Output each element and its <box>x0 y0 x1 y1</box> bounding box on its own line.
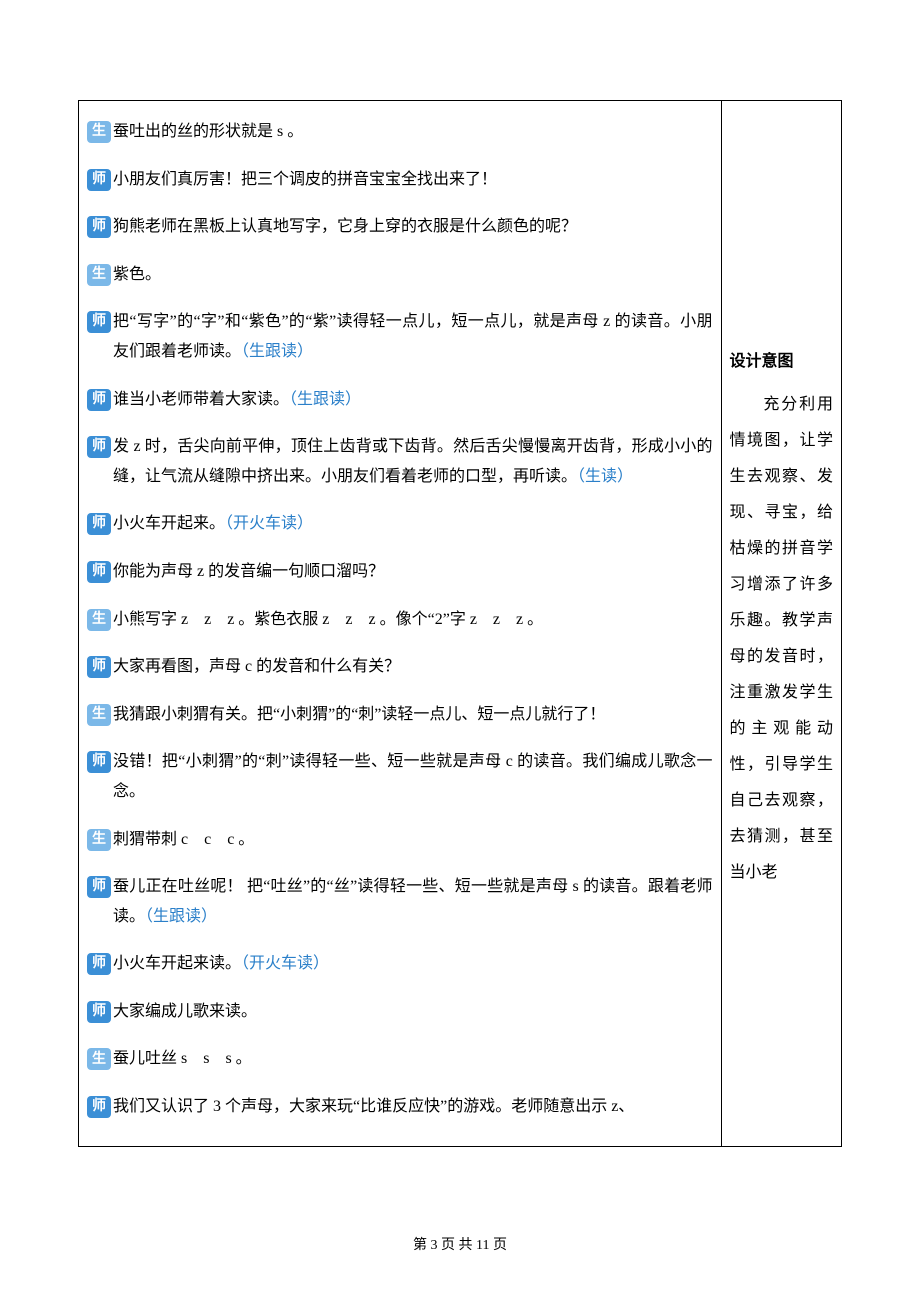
teacher-badge-icon: 师 <box>87 389 111 411</box>
speech-text: 我们又认识了 3 个声母，大家来玩“比谁反应快”的游戏。老师随意出示 z、 <box>113 1098 634 1115</box>
dialogue-line: 师大家再看图，声母 c 的发音和什么有关？ <box>87 652 713 682</box>
dialogue-line: 师没错！把“小刺猬”的“刺”读得轻一些、短一些就是声母 c 的读音。我们编成儿歌… <box>87 747 713 806</box>
speech-text: 刺猬带刺 c c c 。 <box>113 831 254 848</box>
annotation-text: （开火车读） <box>241 955 329 972</box>
dialogue-text: 谁当小老师带着大家读。（生跟读） <box>113 385 713 415</box>
dialogue-line: 师发 z 时，舌尖向前平伸，顶住上齿背或下齿背。然后舌尖慢慢离开齿背，形成小小的… <box>87 432 713 491</box>
speech-text: 蚕吐出的丝的形状就是 s 。 <box>113 123 303 140</box>
speech-text: 谁当小老师带着大家读。 <box>113 391 289 408</box>
dialogue-line: 师谁当小老师带着大家读。（生跟读） <box>87 385 713 415</box>
dialogue-line: 生小熊写字 z z z 。紫色衣服 z z z 。像个“2”字 z z z 。 <box>87 605 713 635</box>
teacher-badge-icon: 师 <box>87 953 111 975</box>
dialogue-text: 我们又认识了 3 个声母，大家来玩“比谁反应快”的游戏。老师随意出示 z、 <box>113 1092 713 1122</box>
annotation-text: （生跟读） <box>145 908 217 925</box>
speech-text: 大家编成儿歌来读。 <box>113 1003 257 1020</box>
dialogue-line: 师狗熊老师在黑板上认真地写字，它身上穿的衣服是什么颜色的呢？ <box>87 212 713 242</box>
dialogue-text: 蚕儿吐丝 s s s 。 <box>113 1044 713 1074</box>
design-intent-column: 设计意图 充分利用情境图，让学生去观察、发现、寻宝，给枯燥的拼音学习增添了许多乐… <box>721 101 841 1147</box>
annotation-text: （生读） <box>577 468 633 485</box>
speech-text: 我猜跟小刺猬有关。把“小刺猬”的“刺”读轻一点儿、短一点儿就行了！ <box>113 706 605 723</box>
speech-text: 蚕儿吐丝 s s s 。 <box>113 1050 252 1067</box>
dialogue-text: 小火车开起来。（开火车读） <box>113 509 713 539</box>
annotation-text: （开火车读） <box>225 515 313 532</box>
speech-text: 大家再看图，声母 c 的发音和什么有关？ <box>113 658 400 675</box>
speech-text: 你能为声母 z 的发音编一句顺口溜吗？ <box>113 563 384 580</box>
teacher-badge-icon: 师 <box>87 513 111 535</box>
dialogue-text: 我猜跟小刺猬有关。把“小刺猬”的“刺”读轻一点儿、短一点儿就行了！ <box>113 700 713 730</box>
dialogue-text: 狗熊老师在黑板上认真地写字，它身上穿的衣服是什么颜色的呢？ <box>113 212 713 242</box>
dialogue-line: 生刺猬带刺 c c c 。 <box>87 825 713 855</box>
dialogue-column: 生蚕吐出的丝的形状就是 s 。师小朋友们真厉害！把三个调皮的拼音宝宝全找出来了！… <box>79 101 722 1147</box>
dialogue-lines: 生蚕吐出的丝的形状就是 s 。师小朋友们真厉害！把三个调皮的拼音宝宝全找出来了！… <box>87 117 713 1122</box>
student-badge-icon: 生 <box>87 829 111 851</box>
dialogue-text: 蚕吐出的丝的形状就是 s 。 <box>113 117 713 147</box>
teacher-badge-icon: 师 <box>87 751 111 773</box>
dialogue-text: 你能为声母 z 的发音编一句顺口溜吗？ <box>113 557 713 587</box>
speech-text: 小火车开起来。 <box>113 515 225 532</box>
speech-text: 小熊写字 z z z 。紫色衣服 z z z 。像个“2”字 z z z 。 <box>113 611 543 628</box>
teacher-badge-icon: 师 <box>87 311 111 333</box>
dialogue-line: 师小火车开起来。（开火车读） <box>87 509 713 539</box>
dialogue-text: 没错！把“小刺猬”的“刺”读得轻一些、短一些就是声母 c 的读音。我们编成儿歌念… <box>113 747 713 806</box>
teacher-badge-icon: 师 <box>87 436 111 458</box>
dialogue-text: 发 z 时，舌尖向前平伸，顶住上齿背或下齿背。然后舌尖慢慢离开齿背，形成小小的缝… <box>113 432 713 491</box>
dialogue-text: 小熊写字 z z z 。紫色衣服 z z z 。像个“2”字 z z z 。 <box>113 605 713 635</box>
dialogue-text: 小朋友们真厉害！把三个调皮的拼音宝宝全找出来了！ <box>113 165 713 195</box>
dialogue-line: 师小火车开起来读。（开火车读） <box>87 949 713 979</box>
speech-text: 没错！把“小刺猬”的“刺”读得轻一些、短一些就是声母 c 的读音。我们编成儿歌念… <box>113 753 713 800</box>
speech-text: 把“写字”的“字”和“紫色”的“紫”读得轻一点儿，短一点儿，就是声母 z 的读音… <box>113 313 713 360</box>
teacher-badge-icon: 师 <box>87 1001 111 1023</box>
teacher-badge-icon: 师 <box>87 561 111 583</box>
teacher-badge-icon: 师 <box>87 656 111 678</box>
annotation-text: （生跟读） <box>289 391 361 408</box>
speech-text: 狗熊老师在黑板上认真地写字，它身上穿的衣服是什么颜色的呢？ <box>113 218 577 235</box>
dialogue-line: 生紫色。 <box>87 260 713 290</box>
dialogue-line: 师你能为声母 z 的发音编一句顺口溜吗？ <box>87 557 713 587</box>
teacher-badge-icon: 师 <box>87 169 111 191</box>
dialogue-text: 大家编成儿歌来读。 <box>113 997 713 1027</box>
annotation-text: （生跟读） <box>241 343 313 360</box>
page-footer: 第 3 页 共 11 页 <box>0 1234 920 1254</box>
page: 生蚕吐出的丝的形状就是 s 。师小朋友们真厉害！把三个调皮的拼音宝宝全找出来了！… <box>0 0 920 1302</box>
speech-text: 小朋友们真厉害！把三个调皮的拼音宝宝全找出来了！ <box>113 171 497 188</box>
dialogue-text: 刺猬带刺 c c c 。 <box>113 825 713 855</box>
student-badge-icon: 生 <box>87 264 111 286</box>
dialogue-line: 师我们又认识了 3 个声母，大家来玩“比谁反应快”的游戏。老师随意出示 z、 <box>87 1092 713 1122</box>
student-badge-icon: 生 <box>87 1048 111 1070</box>
dialogue-text: 把“写字”的“字”和“紫色”的“紫”读得轻一点儿，短一点儿，就是声母 z 的读音… <box>113 307 713 366</box>
dialogue-text: 小火车开起来读。（开火车读） <box>113 949 713 979</box>
teacher-badge-icon: 师 <box>87 876 111 898</box>
speech-text: 紫色。 <box>113 266 161 283</box>
dialogue-line: 师小朋友们真厉害！把三个调皮的拼音宝宝全找出来了！ <box>87 165 713 195</box>
student-badge-icon: 生 <box>87 121 111 143</box>
dialogue-line: 师蚕儿正在吐丝呢！ 把“吐丝”的“丝”读得轻一些、短一些就是声母 s 的读音。跟… <box>87 872 713 931</box>
dialogue-text: 大家再看图，声母 c 的发音和什么有关？ <box>113 652 713 682</box>
dialogue-line: 师大家编成儿歌来读。 <box>87 997 713 1027</box>
teacher-badge-icon: 师 <box>87 1096 111 1118</box>
dialogue-line: 生蚕吐出的丝的形状就是 s 。 <box>87 117 713 147</box>
teacher-badge-icon: 师 <box>87 216 111 238</box>
dialogue-line: 生我猜跟小刺猬有关。把“小刺猬”的“刺”读轻一点儿、短一点儿就行了！ <box>87 700 713 730</box>
design-intent-heading: 设计意图 <box>730 347 833 371</box>
design-intent-body: 充分利用情境图，让学生去观察、发现、寻宝，给枯燥的拼音学习增添了许多乐趣。教学声… <box>730 387 833 891</box>
speech-text: 小火车开起来读。 <box>113 955 241 972</box>
dialogue-text: 紫色。 <box>113 260 713 290</box>
student-badge-icon: 生 <box>87 609 111 631</box>
content-table: 生蚕吐出的丝的形状就是 s 。师小朋友们真厉害！把三个调皮的拼音宝宝全找出来了！… <box>78 100 842 1147</box>
dialogue-line: 师把“写字”的“字”和“紫色”的“紫”读得轻一点儿，短一点儿，就是声母 z 的读… <box>87 307 713 366</box>
dialogue-text: 蚕儿正在吐丝呢！ 把“吐丝”的“丝”读得轻一些、短一些就是声母 s 的读音。跟着… <box>113 872 713 931</box>
design-intent-text: 充分利用情境图，让学生去观察、发现、寻宝，给枯燥的拼音学习增添了许多乐趣。教学声… <box>730 396 833 881</box>
student-badge-icon: 生 <box>87 704 111 726</box>
dialogue-line: 生蚕儿吐丝 s s s 。 <box>87 1044 713 1074</box>
